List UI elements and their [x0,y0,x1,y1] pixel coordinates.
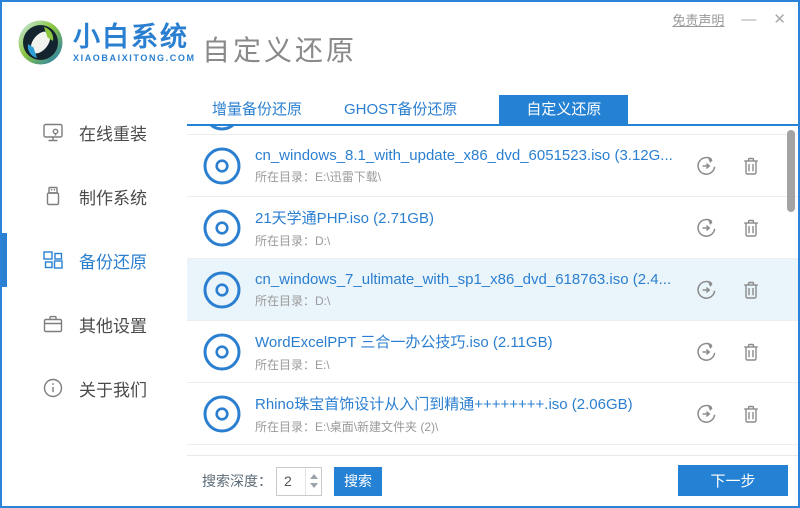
sidebar-item-about-us[interactable]: 关于我们 [2,356,187,420]
iso-item-directory: 所在目录：D:\ [255,232,695,249]
restore-icon[interactable] [695,341,717,363]
stepper-down-icon[interactable] [309,483,318,488]
iso-item-directory: 所在目录：D:\ [255,292,695,309]
iso-item-actions [695,341,762,363]
directory-label: 所在目录： [255,169,316,184]
usb-icon [46,186,60,206]
app-logo-icon [18,20,63,65]
disc-icon [203,395,241,432]
directory-value: E:\桌面\新建文件夹 (2)\ [315,419,439,434]
monitor-icon [43,123,63,142]
iso-item-title: WordExcelPPT 三合一办公技巧.iso (2.11GB) [255,333,553,351]
brand-text: 小白系统 XIAOBAIXITONG.COM [73,22,196,63]
trash-icon[interactable] [740,403,762,425]
iso-list-item-selected[interactable]: cn_windows_7_ultimate_with_sp1_x86_dvd_6… [187,259,798,321]
search-button[interactable]: 搜索 [334,466,382,496]
stepper-up-icon[interactable] [309,474,318,479]
directory-label: 所在目录： [255,419,316,434]
titlebar: 免责声明 — ✕ [672,10,786,29]
brand: 小白系统 XIAOBAIXITONG.COM [17,19,196,66]
trash-icon[interactable] [740,279,762,301]
sidebar-item-label: 其他设置 [79,316,147,336]
iso-item-title: Rhino珠宝首饰设计从入门到精通++++++++.iso (2.06GB) [255,395,633,413]
iso-item-directory: 所在目录：E:\ [255,356,695,373]
disclaimer-link[interactable]: 免责声明 [672,10,724,29]
directory-label: 所在目录： [255,293,316,308]
page-title: 自定义还原 [202,35,358,66]
app-window: 免责声明 — ✕ 小白系统 XIAOBAIXITONG.COM 自定义还原 在线… [0,0,800,508]
directory-value: E:\迅雷下载\ [315,169,382,184]
iso-list-item[interactable]: Rhino珠宝首饰设计从入门到精通++++++++.iso (2.06GB) 所… [187,383,798,445]
sidebar-item-label: 制作系统 [79,188,147,208]
next-step-button[interactable]: 下一步 [678,465,788,496]
brand-name: 小白系统 [73,22,189,52]
trash-icon[interactable] [740,217,762,239]
tab-incremental-backup-restore[interactable]: 增量备份还原 [212,95,302,124]
sidebar-item-label: 在线重装 [79,124,147,144]
sidebar: 在线重装 制作系统 备份还原 其他设置 关于我们 [2,88,187,506]
close-button[interactable]: ✕ [773,12,786,27]
search-depth-label: 搜索深度： [202,473,272,489]
search-depth-value[interactable]: 2 [277,468,305,495]
directory-label: 所在目录： [255,357,316,372]
iso-item-actions [695,155,762,177]
iso-item-directory: 所在目录：E:\桌面\新建文件夹 (2)\ [255,418,695,435]
info-icon [43,378,63,398]
sidebar-item-label: 关于我们 [79,380,147,400]
sidebar-item-make-system[interactable]: 制作系统 [2,164,187,228]
directory-value: D:\ [315,233,331,248]
footer-bar: 搜索深度： 2 搜索 下一步 [187,455,798,506]
iso-item-title: cn_windows_7_ultimate_with_sp1_x86_dvd_6… [255,270,672,288]
iso-item-text: cn_windows_8.1_with_update_x86_dvd_60515… [255,147,695,185]
iso-item-actions [695,403,762,425]
iso-item-text: Rhino珠宝首饰设计从入门到精通++++++++.iso (2.06GB) 所… [255,393,695,435]
directory-value: D:\ [315,293,331,308]
brand-domain: XIAOBAIXITONG.COM [73,53,196,63]
restore-icon[interactable] [695,403,717,425]
iso-item-actions [695,279,762,301]
iso-item-directory: 所在目录：E:\迅雷下载\ [255,168,695,185]
tab-ghost-backup-restore[interactable]: GHOST备份还原 [344,95,457,124]
sidebar-item-label: 备份还原 [79,252,147,272]
minimize-button[interactable]: — [741,12,756,27]
disc-icon [203,209,241,246]
iso-item-actions [695,217,762,239]
restore-icon[interactable] [695,217,717,239]
stepper-arrows [305,467,321,495]
restore-icon[interactable] [695,279,717,301]
iso-item-text: cn_windows_7_ultimate_with_sp1_x86_dvd_6… [255,271,695,309]
directory-value: E:\ [315,357,330,372]
disc-icon [203,271,241,308]
iso-list-item-partial [187,126,798,135]
search-depth-stepper[interactable]: 2 [276,466,322,496]
sidebar-item-online-reinstall[interactable]: 在线重装 [2,100,187,164]
iso-list-item[interactable]: cn_windows_8.1_with_update_x86_dvd_60515… [187,135,798,197]
scrollbar-thumb[interactable] [787,130,795,212]
iso-item-title: cn_windows_8.1_with_update_x86_dvd_60515… [255,146,673,164]
directory-label: 所在目录： [255,233,316,248]
iso-item-text: WordExcelPPT 三合一办公技巧.iso (2.11GB) 所在目录：E… [255,331,695,373]
sidebar-item-backup-restore[interactable]: 备份还原 [2,228,187,292]
trash-icon[interactable] [740,341,762,363]
grid-icon [43,251,63,269]
trash-icon[interactable] [740,155,762,177]
tab-bar: 增量备份还原 GHOST备份还原 自定义还原 [187,95,798,126]
iso-item-text: 21天学通PHP.iso (2.71GB) 所在目录：D:\ [255,207,695,249]
restore-icon[interactable] [695,155,717,177]
briefcase-icon [43,315,63,333]
disc-icon [203,333,241,370]
tab-custom-restore[interactable]: 自定义还原 [499,95,629,124]
iso-list-item[interactable]: 21天学通PHP.iso (2.71GB) 所在目录：D:\ [187,197,798,259]
iso-item-title: 21天学通PHP.iso (2.71GB) [255,209,434,227]
sidebar-item-other-settings[interactable]: 其他设置 [2,292,187,356]
iso-list-item[interactable]: WordExcelPPT 三合一办公技巧.iso (2.11GB) 所在目录：E… [187,321,798,383]
disc-icon [203,147,241,184]
iso-list: cn_windows_8.1_with_update_x86_dvd_60515… [187,126,798,457]
disc-icon [203,126,241,131]
